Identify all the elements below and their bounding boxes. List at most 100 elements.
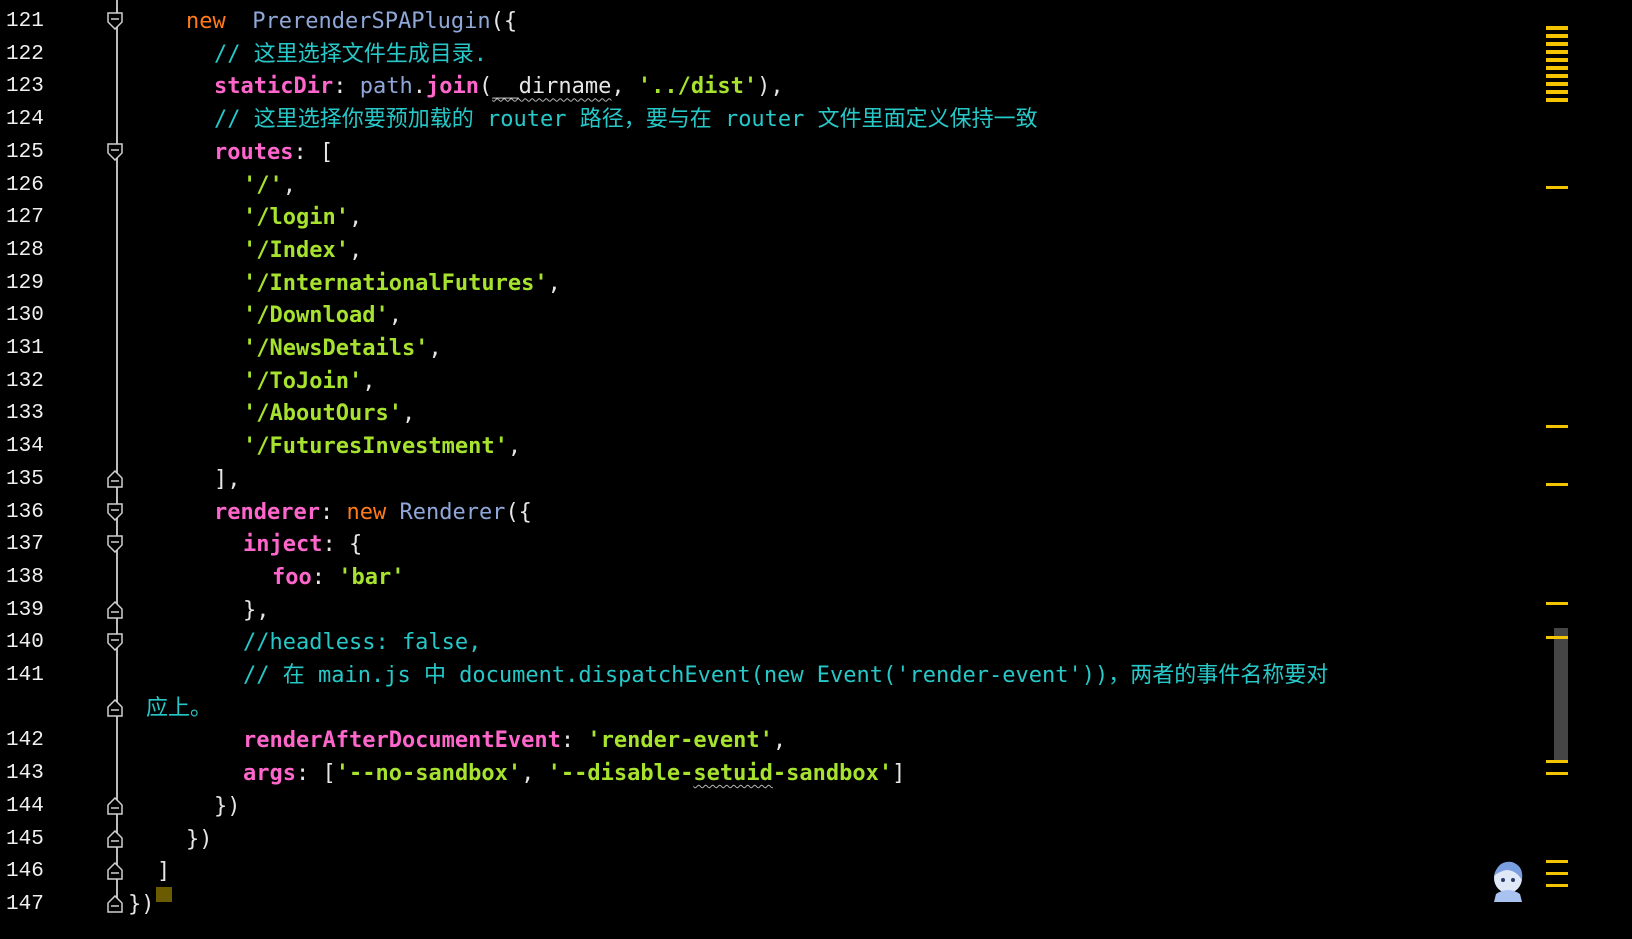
code-token: , bbox=[521, 761, 548, 787]
code-line[interactable]: 127 '/login', bbox=[0, 201, 1540, 234]
code-token: ] bbox=[157, 859, 171, 885]
fold-collapse-icon[interactable] bbox=[107, 143, 123, 161]
code-token: 'bar' bbox=[338, 564, 405, 590]
mascot-character-icon bbox=[1494, 861, 1523, 902]
code-token: '/FuturesInvestment' bbox=[243, 434, 508, 460]
scrollbar-mark bbox=[1546, 50, 1568, 54]
code-text: // 这里选择你要预加载的 router 路径，要与在 router 文件里面定… bbox=[214, 103, 1038, 136]
code-token: setuid bbox=[693, 761, 773, 787]
fold-collapse-icon[interactable] bbox=[107, 12, 123, 30]
code-token: foo bbox=[272, 564, 312, 590]
fold-end-icon[interactable] bbox=[107, 796, 123, 815]
code-line[interactable]: 122 // 这里选择文件生成目录. bbox=[0, 38, 1540, 71]
code-token: 'render-event' bbox=[587, 728, 773, 754]
code-text: }) bbox=[128, 888, 155, 921]
code-token: , bbox=[772, 728, 787, 754]
code-token: , bbox=[401, 401, 416, 427]
scrollbar-mark bbox=[1546, 82, 1568, 86]
code-token: __dirname bbox=[492, 74, 612, 100]
code-line[interactable]: 147}) bbox=[0, 888, 1540, 921]
code-token: : bbox=[319, 499, 347, 525]
code-line[interactable]: 128 '/Index', bbox=[0, 234, 1540, 267]
scrollbar-mark bbox=[1546, 483, 1568, 486]
code-text: '/NewsDetails', bbox=[243, 332, 442, 365]
scrollbar-mark bbox=[1546, 186, 1568, 189]
code-line[interactable]: 应上。 bbox=[0, 692, 1540, 725]
code-line[interactable]: 135], bbox=[0, 463, 1540, 496]
code-line[interactable]: 131 '/NewsDetails', bbox=[0, 332, 1540, 365]
fold-collapse-icon[interactable] bbox=[107, 633, 123, 652]
code-editor[interactable]: ]),121new PrerenderSPAPlugin({122// 这里选择… bbox=[0, 0, 1540, 917]
code-token: }, bbox=[243, 597, 270, 623]
code-token: . bbox=[412, 74, 426, 100]
code-line[interactable]: 133 '/AboutOurs', bbox=[0, 397, 1540, 430]
code-line[interactable]: 132 '/ToJoin', bbox=[0, 365, 1540, 398]
line-number: 141 bbox=[6, 664, 44, 687]
code-line[interactable]: 145}) bbox=[0, 823, 1540, 856]
scrollbar-mark bbox=[1546, 860, 1568, 863]
line-number: 136 bbox=[6, 500, 44, 524]
code-line[interactable]: 136 renderer: new Renderer({ bbox=[0, 496, 1540, 529]
fold-collapse-icon[interactable] bbox=[107, 502, 123, 521]
line-number: 137 bbox=[6, 533, 44, 557]
fold-end-icon[interactable] bbox=[107, 698, 123, 717]
code-text: new PrerenderSPAPlugin({ bbox=[186, 5, 517, 38]
code-token: , bbox=[362, 368, 376, 394]
code-token: ({ bbox=[505, 499, 532, 525]
code-text: '/FuturesInvestment', bbox=[243, 430, 521, 463]
code-text: '/login', bbox=[243, 201, 362, 234]
code-line[interactable]: 134 '/FuturesInvestment', bbox=[0, 430, 1540, 463]
fold-end-icon[interactable] bbox=[107, 469, 123, 488]
fold-end-icon[interactable] bbox=[107, 600, 123, 619]
line-number: 142 bbox=[6, 729, 44, 753]
scrollbar-thumb[interactable] bbox=[1554, 628, 1568, 762]
code-line[interactable]: 124 // 这里选择你要预加载的 router 路径，要与在 router 文件… bbox=[0, 103, 1540, 136]
code-line[interactable]: 126 '/', bbox=[0, 169, 1540, 202]
code-line[interactable]: 138 foo: 'bar' bbox=[0, 561, 1540, 594]
code-token: : bbox=[333, 74, 360, 100]
code-line[interactable]: 144}) bbox=[0, 790, 1540, 823]
code-line[interactable]: 123 staticDir: path.join(__dirname, '../d… bbox=[0, 70, 1540, 103]
code-token: // 这里选择你要预加载的 router 路径，要与在 router 文件里面定… bbox=[214, 107, 1038, 133]
line-number: 127 bbox=[6, 206, 44, 230]
code-text: // 在 main.js 中 document.dispatchEvent(ne… bbox=[243, 659, 1328, 692]
code-token: '--no-sandbox' bbox=[335, 761, 522, 787]
code-text: 应上。 bbox=[146, 692, 212, 725]
code-line[interactable]: 142 renderAfterDocumentEvent: 'render-eve… bbox=[0, 724, 1540, 757]
code-token: new bbox=[186, 9, 226, 34]
fold-end-icon[interactable] bbox=[107, 862, 123, 880]
line-number: 135 bbox=[6, 467, 44, 491]
scrollbar-mark bbox=[1546, 602, 1568, 605]
scrollbar-mark bbox=[1546, 425, 1568, 428]
line-number: 129 bbox=[6, 271, 44, 295]
line-number: 131 bbox=[6, 337, 44, 360]
fold-end-icon[interactable] bbox=[107, 894, 123, 913]
code-line[interactable]: 139}, bbox=[0, 594, 1540, 627]
code-token: ({ bbox=[490, 9, 518, 34]
code-line[interactable]: 121 new PrerenderSPAPlugin({ bbox=[0, 5, 1540, 38]
code-text: renderAfterDocumentEvent: 'render-event'… bbox=[243, 724, 786, 757]
fold-end-icon[interactable] bbox=[107, 829, 123, 848]
code-token: '/AboutOurs' bbox=[243, 401, 402, 427]
code-token: }) bbox=[128, 891, 155, 917]
vertical-scrollbar[interactable] bbox=[1540, 0, 1568, 902]
scrollbar-mark bbox=[1546, 34, 1568, 38]
scrollbar-mark bbox=[1546, 58, 1568, 62]
code-token: : bbox=[560, 728, 588, 754]
code-line[interactable]: 129 '/InternationalFutures', bbox=[0, 267, 1540, 300]
line-number: 139 bbox=[6, 598, 44, 622]
line-number: 133 bbox=[6, 402, 44, 426]
code-line[interactable]: 141 // 在 main.js 中 document.dispatchEvent… bbox=[0, 659, 1540, 692]
code-line[interactable]: 125 routes: [ bbox=[0, 136, 1540, 169]
code-line[interactable]: 143 args: ['--no-sandbox', '--disable-set… bbox=[0, 757, 1540, 790]
code-token: : { bbox=[322, 532, 363, 558]
code-line[interactable]: 146] bbox=[0, 855, 1540, 888]
scrollbar-mark bbox=[1546, 872, 1568, 875]
line-number: 146 bbox=[6, 860, 44, 884]
code-text: ] bbox=[157, 855, 170, 888]
line-number: 145 bbox=[6, 827, 44, 851]
fold-collapse-icon[interactable] bbox=[107, 535, 123, 554]
code-line[interactable]: 130 '/Download', bbox=[0, 299, 1540, 332]
code-line[interactable]: 137 inject: { bbox=[0, 528, 1540, 561]
code-line[interactable]: 140 //headless: false, bbox=[0, 626, 1540, 659]
